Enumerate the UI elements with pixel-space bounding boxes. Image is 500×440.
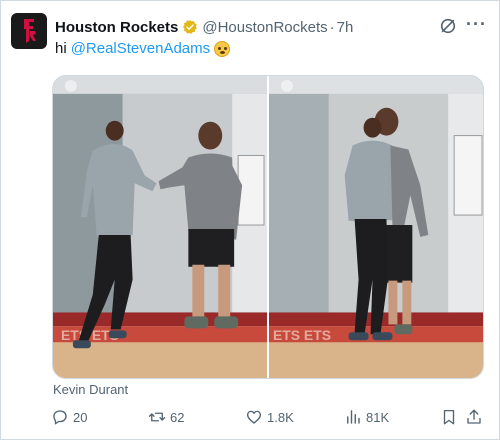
like-button[interactable]: 1.8K — [245, 408, 294, 426]
repost-button[interactable]: 62 — [148, 408, 184, 426]
hug-photo: ETS ETS — [269, 76, 483, 378]
reply-button[interactable]: 20 — [51, 408, 87, 426]
repost-count: 62 — [170, 409, 185, 425]
reply-count: 20 — [73, 409, 88, 425]
views-count: 81K — [366, 409, 390, 425]
bookmark-icon — [443, 409, 455, 425]
rockets-logo-icon[interactable] — [11, 13, 47, 49]
views-icon — [347, 410, 360, 424]
tweet-card[interactable]: Houston Rockets @HoustonRockets · 7h ···… — [0, 0, 500, 440]
repost-icon — [148, 412, 166, 422]
separator-dot: · — [329, 18, 335, 36]
media-grid: ETS ETS ETS ETS — [52, 75, 484, 379]
tweet-timestamp[interactable]: 7h — [337, 19, 354, 36]
action-bar: 20 62 1.8K 81K — [51, 408, 481, 430]
tweet-text-prefix: hi — [55, 40, 67, 57]
like-icon — [246, 410, 262, 424]
handshake-photo: ETS ETS — [53, 76, 267, 378]
tweet-text: hi @RealStevenAdams — [55, 40, 231, 57]
share-button[interactable] — [465, 408, 487, 426]
author-handle[interactable]: @HoustonRockets — [202, 19, 327, 36]
face-holding-back-tears-emoji — [214, 40, 231, 57]
verified-badge-icon — [183, 20, 198, 34]
more-icon[interactable]: ··· — [466, 14, 487, 35]
media-caption: Kevin Durant — [53, 382, 129, 397]
like-count: 1.8K — [267, 409, 294, 425]
svg-text:ETS ETS: ETS ETS — [273, 327, 331, 343]
media-photo-2[interactable]: ETS ETS — [269, 76, 483, 378]
grok-icon[interactable] — [439, 17, 457, 35]
mention-link[interactable]: @RealStevenAdams — [71, 40, 210, 57]
share-icon — [467, 409, 481, 424]
views-button[interactable]: 81K — [344, 408, 389, 426]
media-photo-1[interactable]: ETS ETS — [53, 76, 267, 378]
reply-icon — [53, 410, 67, 425]
tweet-header: Houston Rockets @HoustonRockets · 7h ··· — [55, 14, 487, 38]
author-name[interactable]: Houston Rockets — [55, 19, 178, 36]
bookmark-button[interactable] — [440, 408, 462, 426]
